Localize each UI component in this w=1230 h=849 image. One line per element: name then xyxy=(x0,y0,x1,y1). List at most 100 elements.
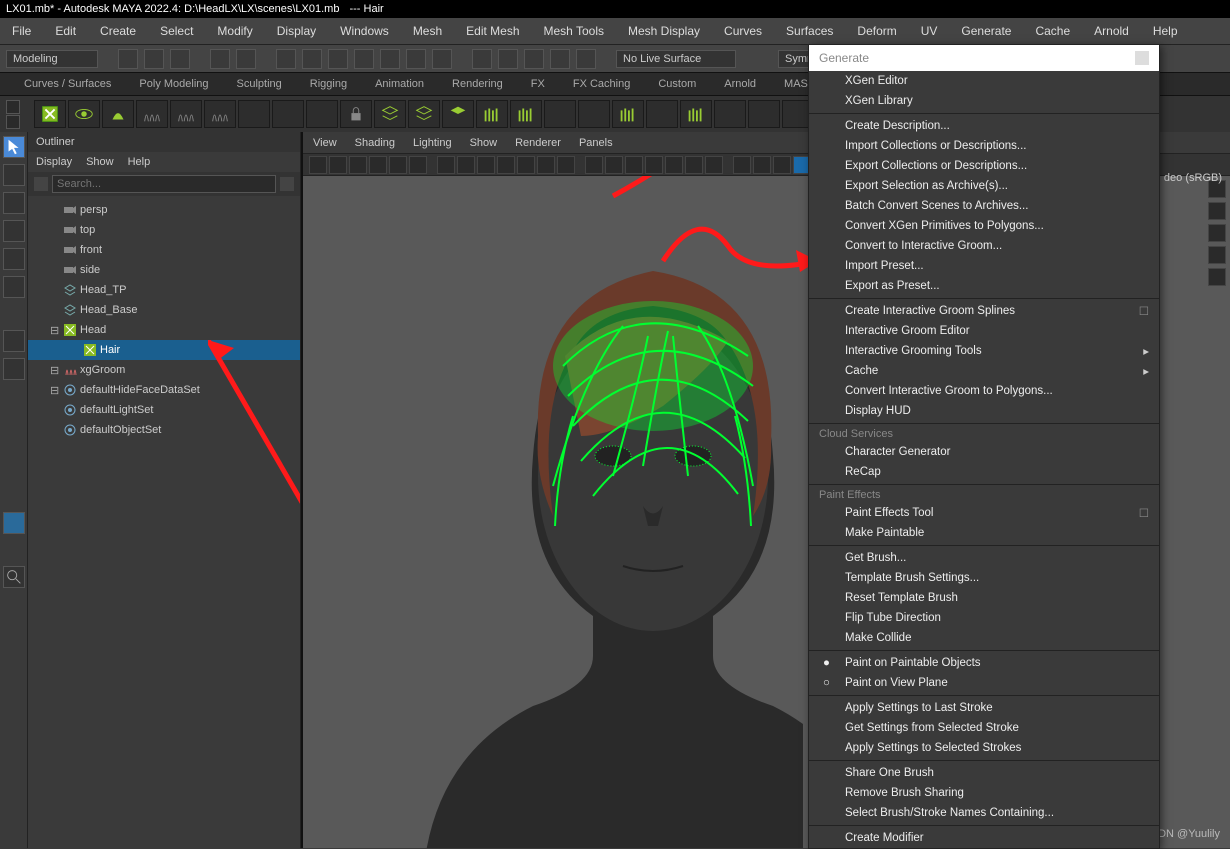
gate-mask-icon[interactable] xyxy=(497,156,515,174)
xgen-leaf-icon[interactable] xyxy=(102,100,134,128)
ao-icon[interactable] xyxy=(753,156,771,174)
xgen-cut-icon[interactable] xyxy=(646,100,678,128)
snap-view-icon[interactable] xyxy=(406,49,426,69)
viewport-menu-lighting[interactable]: Lighting xyxy=(413,137,452,149)
menu-item-make-collide[interactable]: Make Collide xyxy=(809,628,1159,648)
xgen-noise-icon[interactable] xyxy=(714,100,746,128)
outliner-item-xggroom[interactable]: ⊟xgGroom xyxy=(28,360,300,380)
xgen-brush1-icon[interactable] xyxy=(476,100,508,128)
menu-item-create-interactive-groom-splines[interactable]: Create Interactive Groom Splines xyxy=(809,301,1159,321)
menu-help[interactable]: Help xyxy=(1153,24,1178,38)
menu-item-paint-effects-tool[interactable]: Paint Effects Tool xyxy=(809,503,1159,523)
lasso-tool-icon[interactable] xyxy=(3,164,25,186)
outliner-item-defaultlightset[interactable]: defaultLightSet xyxy=(28,400,300,420)
outliner-item-head[interactable]: ⊟Head xyxy=(28,320,300,340)
menu-item-paint-on-paintable-objects[interactable]: ●Paint on Paintable Objects xyxy=(809,653,1159,673)
four-view-icon[interactable] xyxy=(3,358,25,380)
field-chart-icon[interactable] xyxy=(517,156,535,174)
textured-icon[interactable] xyxy=(625,156,643,174)
menu-search-field[interactable]: Generate xyxy=(809,45,1159,71)
menu-item-apply-settings-to-last-stroke[interactable]: Apply Settings to Last Stroke xyxy=(809,698,1159,718)
menu-item-create-modifier[interactable]: Create Modifier xyxy=(809,828,1159,848)
select-tool-icon[interactable] xyxy=(3,136,25,158)
shelf-tab-rendering[interactable]: Rendering xyxy=(446,74,509,94)
paint-tool-icon[interactable] xyxy=(3,192,25,214)
xgen-groom3-icon[interactable] xyxy=(204,100,236,128)
menu-item-interactive-groom-editor[interactable]: Interactive Groom Editor xyxy=(809,321,1159,341)
scale-tool-icon[interactable] xyxy=(3,276,25,298)
outliner-menu-show[interactable]: Show xyxy=(86,156,114,168)
xgen-part-icon[interactable] xyxy=(748,100,780,128)
xgen-layers1-icon[interactable] xyxy=(374,100,406,128)
menu-item-import-collections-or-descriptions[interactable]: Import Collections or Descriptions... xyxy=(809,136,1159,156)
menu-item-get-settings-from-selected-stroke[interactable]: Get Settings from Selected Stroke xyxy=(809,718,1159,738)
menu-item-select-brush-stroke-names-containing[interactable]: Select Brush/Stroke Names Containing... xyxy=(809,803,1159,823)
menu-modify[interactable]: Modify xyxy=(217,24,252,38)
menu-item-apply-settings-to-selected-strokes[interactable]: Apply Settings to Selected Strokes xyxy=(809,738,1159,758)
menu-item-export-collections-or-descriptions[interactable]: Export Collections or Descriptions... xyxy=(809,156,1159,176)
light-icon[interactable] xyxy=(733,156,751,174)
chbox-layer-icon[interactable] xyxy=(1208,246,1226,264)
outliner-toggle-icon[interactable] xyxy=(3,512,25,534)
safe-action-icon[interactable] xyxy=(537,156,555,174)
xgen-tool1-icon[interactable] xyxy=(238,100,270,128)
menu-item-paint-on-view-plane[interactable]: ○Paint on View Plane xyxy=(809,673,1159,693)
menu-cache[interactable]: Cache xyxy=(1035,24,1070,38)
menu-item-import-preset[interactable]: Import Preset... xyxy=(809,256,1159,276)
construction-icon[interactable] xyxy=(498,49,518,69)
menu-curves[interactable]: Curves xyxy=(724,24,762,38)
res-gate-icon[interactable] xyxy=(477,156,495,174)
xgen-layers2-icon[interactable] xyxy=(408,100,440,128)
menu-item-convert-to-interactive-groom[interactable]: Convert to Interactive Groom... xyxy=(809,236,1159,256)
menu-arnold[interactable]: Arnold xyxy=(1094,24,1129,38)
shelf-tab-curves-surfaces[interactable]: Curves / Surfaces xyxy=(18,74,117,94)
menu-deform[interactable]: Deform xyxy=(857,24,896,38)
outliner-menu-display[interactable]: Display xyxy=(36,156,72,168)
render-icon[interactable] xyxy=(550,49,570,69)
select-tool-icon[interactable] xyxy=(276,49,296,69)
menu-edit-mesh[interactable]: Edit Mesh xyxy=(466,24,519,38)
snap-curve-icon[interactable] xyxy=(328,49,348,69)
outliner-item-head_tp[interactable]: Head_TP xyxy=(28,280,300,300)
snap-live-icon[interactable] xyxy=(432,49,452,69)
chbox-attr-icon[interactable] xyxy=(1208,202,1226,220)
ipr-icon[interactable] xyxy=(576,49,596,69)
search-tool-icon[interactable] xyxy=(3,566,25,588)
motion-blur-icon[interactable] xyxy=(773,156,791,174)
menu-item-template-brush-settings[interactable]: Template Brush Settings... xyxy=(809,568,1159,588)
menu-uv[interactable]: UV xyxy=(921,24,938,38)
shelf-tab-animation[interactable]: Animation xyxy=(369,74,430,94)
outliner-tree[interactable]: persptopfrontsideHead_TPHead_Base⊟HeadHa… xyxy=(28,196,300,848)
shelf-tab-fx-caching[interactable]: FX Caching xyxy=(567,74,636,94)
menu-item-reset-template-brush[interactable]: Reset Template Brush xyxy=(809,588,1159,608)
menu-edit[interactable]: Edit xyxy=(55,24,76,38)
workspace-dropdown[interactable]: Modeling xyxy=(6,50,98,68)
menu-select[interactable]: Select xyxy=(160,24,193,38)
menu-item-export-as-preset[interactable]: Export as Preset... xyxy=(809,276,1159,296)
outliner-item-front[interactable]: front xyxy=(28,240,300,260)
shelf-tab-arnold[interactable]: Arnold xyxy=(718,74,762,94)
move-tool-icon[interactable] xyxy=(3,220,25,242)
menu-item-character-generator[interactable]: Character Generator xyxy=(809,442,1159,462)
undo-icon[interactable] xyxy=(210,49,230,69)
menu-create[interactable]: Create xyxy=(100,24,136,38)
outliner-item-hair[interactable]: Hair xyxy=(28,340,300,360)
xgen-tool3-icon[interactable] xyxy=(306,100,338,128)
use-lights-icon[interactable] xyxy=(645,156,663,174)
rotate-tool-icon[interactable] xyxy=(3,248,25,270)
isolate-icon[interactable] xyxy=(685,156,703,174)
outliner-item-top[interactable]: top xyxy=(28,220,300,240)
menu-item-interactive-grooming-tools[interactable]: Interactive Grooming Tools xyxy=(809,341,1159,361)
xgen-density-icon[interactable] xyxy=(578,100,610,128)
outliner-item-head_base[interactable]: Head_Base xyxy=(28,300,300,320)
grease-pencil-icon[interactable] xyxy=(409,156,427,174)
hierarchy-icon[interactable] xyxy=(280,177,294,191)
menu-windows[interactable]: Windows xyxy=(340,24,389,38)
outliner-item-persp[interactable]: persp xyxy=(28,200,300,220)
grid-icon[interactable] xyxy=(437,156,455,174)
chbox-tool-icon[interactable] xyxy=(1208,224,1226,242)
outliner-item-defaultobjectset[interactable]: defaultObjectSet xyxy=(28,420,300,440)
history-icon[interactable] xyxy=(472,49,492,69)
file-new-icon[interactable] xyxy=(118,49,138,69)
snap-point-icon[interactable] xyxy=(354,49,374,69)
